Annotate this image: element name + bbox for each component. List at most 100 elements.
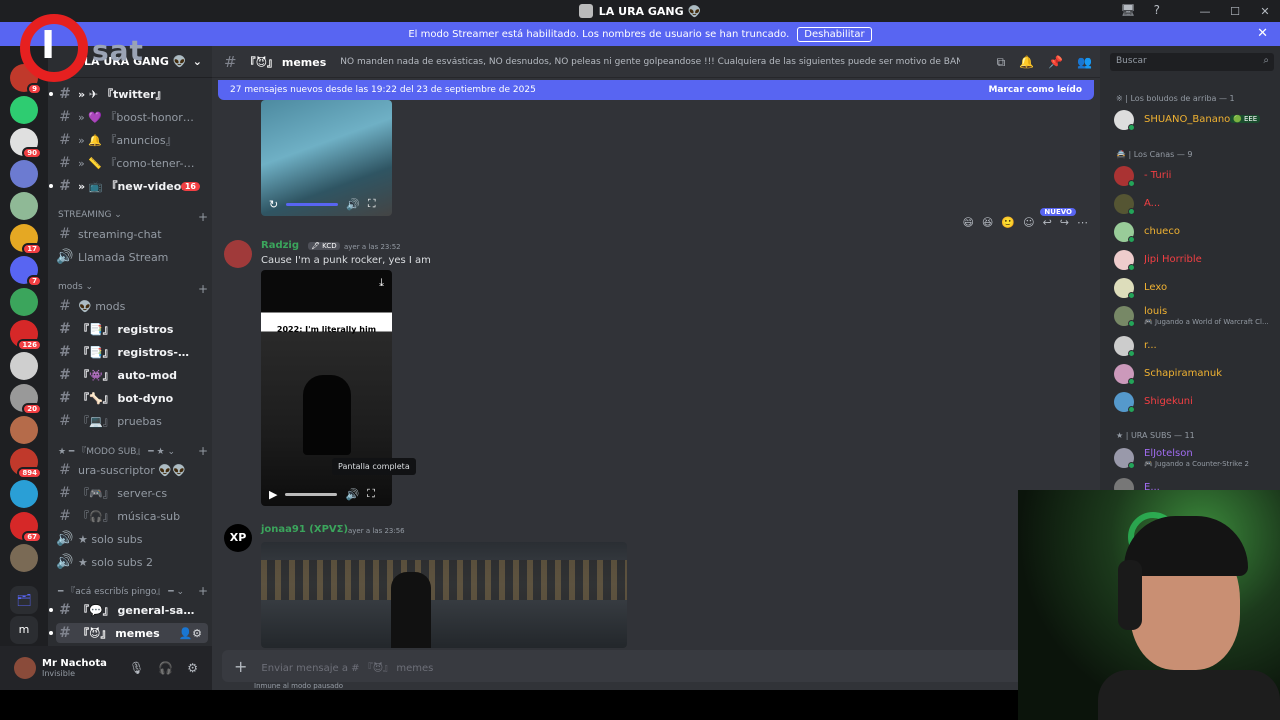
member-item[interactable]: Shigekuni <box>1114 392 1274 414</box>
channel-item[interactable]: # 『🦴』 bot-dyno <box>56 388 208 408</box>
disable-streamer-mode-button[interactable]: Deshabilitar <box>797 26 872 42</box>
channel-item[interactable]: # 『💬』 general-sape <box>49 600 208 620</box>
server-icon[interactable]: 7 <box>10 256 42 287</box>
member-item[interactable]: louis 🎮 Jugando a World of Warcraft Cl... <box>1114 306 1274 328</box>
create-channel-icon[interactable]: + <box>198 282 208 296</box>
reply-icon[interactable]: ↩ <box>1043 216 1052 229</box>
server-icon[interactable] <box>10 288 38 316</box>
add-reaction-icon[interactable]: ☺ <box>1023 216 1034 229</box>
reaction-icon[interactable]: 🙂 <box>1001 216 1015 229</box>
server-icon[interactable]: 90 <box>10 128 42 159</box>
notification-bell-icon[interactable]: 🔔 <box>1019 55 1034 70</box>
threads-icon[interactable]: ⧉ <box>997 55 1006 70</box>
channel-item[interactable]: # 『👾』 auto-mod <box>56 365 208 385</box>
fullscreen-icon[interactable]: ⛶ <box>367 487 375 501</box>
member-item[interactable]: A... <box>1114 194 1274 216</box>
channel-item[interactable]: 🔊 ★ solo subs 2 <box>56 552 208 572</box>
video-progress-bar[interactable] <box>285 492 338 496</box>
channel-topic[interactable]: NO manden nada de esvásticas, NO desnudo… <box>340 57 960 67</box>
close-window-button[interactable]: ✕ <box>1250 5 1280 18</box>
channel-item[interactable]: # » 📏 『como-tener-rang... <box>56 153 208 173</box>
reaction-icon[interactable]: 😄 <box>962 216 973 229</box>
server-icon[interactable] <box>10 544 38 572</box>
channel-item[interactable]: 🔊 Llamada Stream <box>56 247 208 267</box>
create-channel-icon[interactable]: + <box>198 444 208 458</box>
mark-as-read-button[interactable]: Marcar como leído <box>988 85 1082 95</box>
channel-category[interactable]: ★ ━ 『MODO SUB』 ━ ★ ⌄ + <box>58 444 208 458</box>
member-item[interactable]: Lexo <box>1114 278 1274 300</box>
settings-gear-icon[interactable]: ⚙ <box>187 661 198 675</box>
create-channel-icon[interactable]: + <box>198 210 208 224</box>
channel-item[interactable]: # ura-suscriptor 👽👽 <box>56 460 208 480</box>
server-icon[interactable] <box>10 352 38 380</box>
chevron-down-icon[interactable]: ⌄ <box>193 55 202 68</box>
play-icon[interactable]: ▶ <box>269 488 277 501</box>
replay-icon[interactable]: ↻ <box>269 198 278 211</box>
author-avatar[interactable] <box>224 240 252 268</box>
channel-item[interactable]: # 『📑』 registros-miem... <box>56 342 208 362</box>
server-icon[interactable] <box>10 192 38 220</box>
fullscreen-icon[interactable]: ⛶ <box>368 197 376 211</box>
member-item[interactable]: - Turii <box>1114 166 1274 188</box>
member-item[interactable]: Jipi Horrible <box>1114 250 1274 272</box>
member-list-icon[interactable]: 👥 <box>1077 55 1092 70</box>
download-icon[interactable]: ⤓ <box>379 276 384 290</box>
more-options-icon[interactable]: ⋯ <box>1077 216 1088 229</box>
server-icon[interactable]: 67 <box>10 512 42 543</box>
video-progress-bar[interactable] <box>286 202 339 206</box>
channel-item[interactable]: #» 📺 『new-videos』 16 <box>49 176 208 196</box>
author-avatar[interactable]: XP <box>224 524 252 552</box>
new-messages-bar[interactable]: 27 mensajes nuevos desde las 19:22 del 2… <box>218 80 1094 100</box>
channel-item[interactable]: # 『🎮』 server-cs <box>56 483 208 503</box>
server-icon[interactable] <box>10 416 38 444</box>
member-item[interactable]: ElJotelson 🎮 Jugando a Counter-Strike 2 <box>1114 448 1274 470</box>
author-name[interactable]: jonaa91 (XPVΣ) <box>261 524 348 535</box>
member-item[interactable]: SHUANO_Banano 🟢 EEE <box>1114 110 1274 132</box>
server-icon[interactable]: 20 <box>10 384 42 415</box>
author-name[interactable]: Radzig <box>261 240 299 251</box>
server-icon[interactable] <box>10 96 38 124</box>
minimize-button[interactable]: — <box>1190 5 1220 18</box>
headphones-icon[interactable]: 🎧 <box>158 661 173 675</box>
channel-settings-icons[interactable]: 👤⚙ <box>178 627 202 640</box>
maximize-button[interactable]: ☐ <box>1220 5 1250 18</box>
message-input[interactable]: Enviar mensaje a # 『😈』 memes <box>261 659 433 674</box>
close-banner-icon[interactable]: ✕ <box>1257 26 1268 41</box>
forward-icon[interactable]: ↪ <box>1060 216 1069 229</box>
user-avatar[interactable] <box>14 657 36 679</box>
channel-item[interactable]: # » 🔔 『anuncios』 <box>56 130 208 150</box>
channel-category[interactable]: mods ⌄ + <box>58 282 208 296</box>
microphone-icon[interactable]: 🎙 <box>129 661 144 675</box>
search-input[interactable]: Buscar ⌕ <box>1110 53 1274 71</box>
channel-item[interactable]: # 『😈』 memes 👤⚙ <box>49 623 208 643</box>
channel-item[interactable]: # 👽 mods <box>56 296 208 316</box>
channel-item[interactable]: # » 💜 『boost-honors』 <box>56 107 208 127</box>
server-icon[interactable]: 17 <box>10 224 42 255</box>
server-icon[interactable]: 126 <box>10 320 42 351</box>
channel-item[interactable]: # 『💻』 pruebas <box>56 411 208 431</box>
pin-icon[interactable]: 📌 <box>1048 55 1063 70</box>
server-icon[interactable]: 894 <box>10 448 42 479</box>
member-item[interactable]: chueco <box>1114 222 1274 244</box>
volume-icon[interactable]: 🔊 <box>346 198 360 211</box>
server-icon[interactable] <box>10 160 38 188</box>
folder-icon[interactable]: 🗂 <box>10 586 38 614</box>
volume-icon[interactable]: 🔊 <box>345 488 359 501</box>
message-composer[interactable]: + Enviar mensaje a # 『😈』 memes 🎁 📝 <box>222 650 1090 682</box>
reaction-icon[interactable]: 😆 <box>982 216 993 229</box>
channel-category[interactable]: ━ 『acá escribís pingo』 ━ ⌄ + <box>58 584 208 598</box>
screen-share-icon[interactable]: 🖥 <box>1120 3 1135 17</box>
channel-category[interactable]: STREAMING ⌄ + <box>58 210 208 224</box>
member-item[interactable]: r... <box>1114 336 1274 358</box>
server-m-icon[interactable]: m <box>10 616 38 644</box>
video-attachment[interactable]: ↻ 🔊 ⛶ <box>261 100 392 216</box>
member-item[interactable]: Schapiramanuk <box>1114 364 1274 386</box>
channel-item[interactable]: # » ✈ 『twitter』 <box>49 84 208 104</box>
channel-item[interactable]: # 『🎧』 música-sub <box>56 506 208 526</box>
channel-item[interactable]: # streaming-chat <box>56 224 208 244</box>
channel-item[interactable]: # 『📑』 registros <box>56 319 208 339</box>
server-icon[interactable] <box>10 480 38 508</box>
add-attachment-icon[interactable]: + <box>234 657 247 676</box>
help-icon[interactable]: ? <box>1154 3 1160 17</box>
create-channel-icon[interactable]: + <box>198 584 208 598</box>
